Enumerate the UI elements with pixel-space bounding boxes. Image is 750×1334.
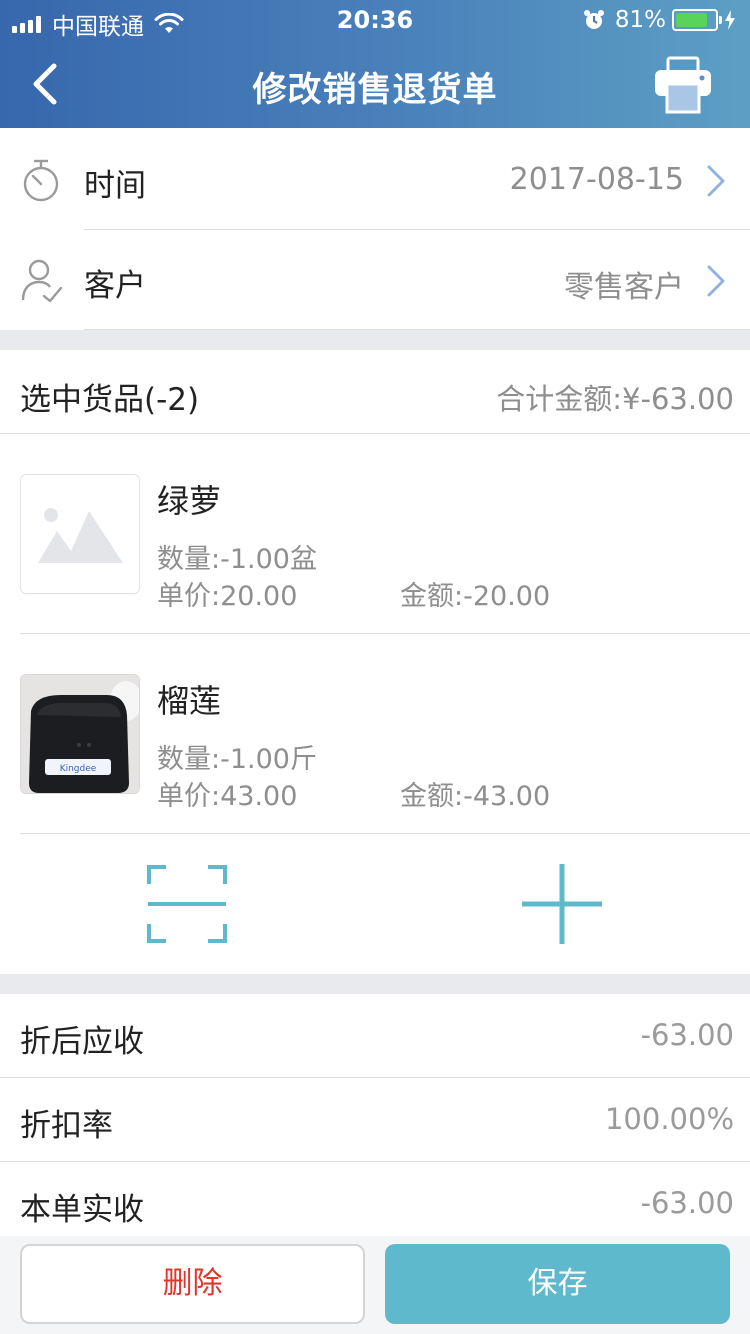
printer-photo: Kingdee — [21, 675, 139, 793]
section-gap — [0, 330, 750, 350]
discount-rate-value: 100.00% — [604, 1102, 734, 1136]
chevron-right-icon — [707, 165, 725, 197]
save-button[interactable]: 保存 — [385, 1244, 730, 1324]
item-amount: 金额:-43.00 — [400, 781, 551, 812]
after-discount-row: 折后应收 -63.00 — [0, 994, 750, 1078]
goods-actions — [0, 834, 750, 974]
battery-icon — [672, 9, 722, 31]
battery-percent: 81% — [614, 7, 666, 33]
actual-received-row[interactable]: 本单实收 -63.00 — [0, 1162, 750, 1236]
item-unit-price: 单价:20.00 — [157, 581, 298, 612]
header-bar: 中国联通 20:36 81% 修改销售退货单 — [0, 0, 750, 128]
item-thumbnail — [20, 474, 140, 594]
discount-rate-row[interactable]: 折扣率 100.00% — [0, 1078, 750, 1162]
discount-rate-label: 折扣率 — [20, 1108, 113, 1144]
item-quantity: 数量:-1.00斤 — [157, 744, 317, 775]
goods-item[interactable]: 绿萝 数量:-1.00盆 单价:20.00 金额:-20.00 — [0, 434, 750, 634]
item-unit-price: 单价:43.00 — [157, 781, 298, 812]
chevron-right-icon — [707, 265, 725, 297]
stopwatch-icon — [23, 159, 59, 202]
item-amount: 金额:-20.00 — [400, 581, 551, 612]
after-discount-label: 折后应收 — [20, 1024, 144, 1060]
after-discount-value: -63.00 — [640, 1018, 735, 1052]
section-gap — [0, 974, 750, 994]
date-row[interactable]: 时间 2017-08-15 — [0, 130, 750, 230]
item-thumbnail: Kingdee — [20, 674, 140, 794]
delete-button[interactable]: 删除 — [20, 1244, 365, 1324]
customer-value: 零售客户 — [564, 270, 684, 305]
svg-text:Kingdee: Kingdee — [60, 764, 97, 774]
actual-received-label: 本单实收 — [20, 1192, 144, 1228]
charging-bolt-icon — [725, 10, 735, 30]
date-value: 2017-08-15 — [509, 162, 684, 197]
scan-barcode-icon[interactable] — [146, 864, 228, 944]
placeholder-image-icon — [21, 475, 139, 593]
total-amount: 合计金额:¥-63.00 — [496, 382, 734, 416]
item-name: 绿萝 — [157, 482, 222, 520]
selected-goods-header: 选中货品(-2) 合计金额:¥-63.00 — [0, 350, 750, 434]
bottom-action-bar: 删除 保存 — [0, 1236, 750, 1334]
alarm-clock-icon — [583, 10, 604, 29]
customer-row[interactable]: 客户 零售客户 — [0, 230, 750, 330]
add-goods-icon[interactable] — [522, 864, 602, 944]
page-title: 修改销售退货单 — [252, 70, 498, 110]
goods-item[interactable]: Kingdee 榴莲 数量:-1.00斤 单价:43.00 金额:-43.00 — [0, 634, 750, 834]
status-bar: 中国联通 20:36 81% — [0, 0, 750, 40]
customer-check-icon — [21, 259, 63, 303]
item-name: 榴莲 — [157, 682, 222, 720]
actual-received-value: -63.00 — [640, 1186, 735, 1220]
item-quantity: 数量:-1.00盆 — [157, 544, 317, 575]
date-label: 时间 — [84, 168, 146, 204]
selected-goods-label: 选中货品(-2) — [20, 382, 200, 418]
printer-icon[interactable] — [652, 56, 714, 114]
customer-label: 客户 — [84, 268, 146, 304]
